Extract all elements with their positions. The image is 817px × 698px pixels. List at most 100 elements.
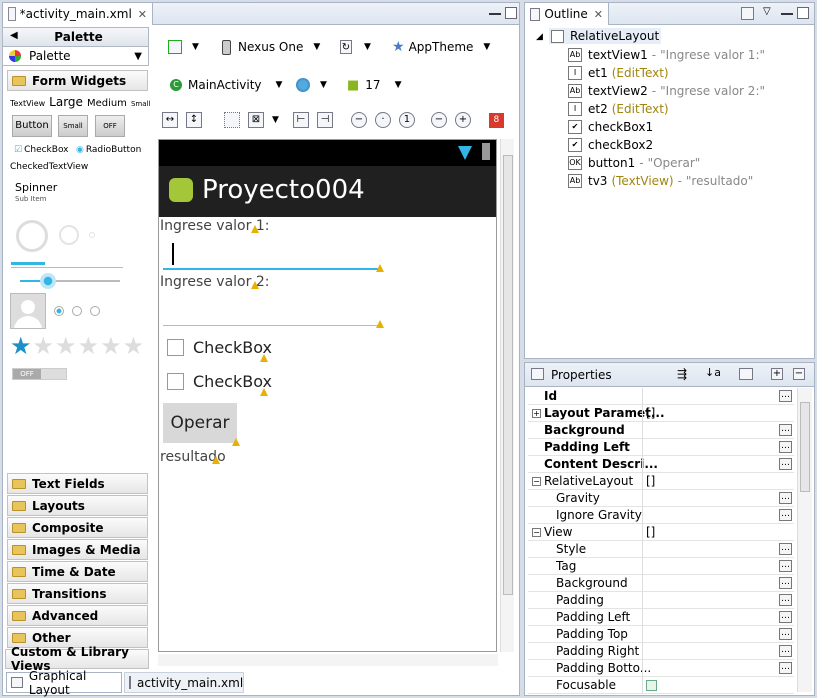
browse-button[interactable]: … <box>779 424 792 436</box>
outline-item-checkbox1[interactable]: ✔ checkBox1 <box>568 118 653 136</box>
sort-alpha-icon[interactable]: ↓a <box>705 366 721 379</box>
palette-category-composite[interactable]: Composite <box>7 517 148 538</box>
property-row[interactable]: Style… <box>528 541 794 558</box>
property-row[interactable]: Background… <box>528 422 794 439</box>
browse-button[interactable]: … <box>779 628 792 640</box>
browse-button[interactable]: … <box>779 577 792 589</box>
align-left-icon[interactable]: ⊢ <box>292 112 309 128</box>
palette-category-custom[interactable]: Custom & Library Views <box>5 645 149 673</box>
property-row[interactable]: Id… <box>528 388 794 405</box>
property-row[interactable]: Background… <box>528 575 794 592</box>
zoom-actual-icon[interactable]: · <box>374 112 391 128</box>
tab-xml-source[interactable]: activity_main.xml <box>124 672 244 693</box>
property-row[interactable]: Ignore Gravity… <box>528 507 794 524</box>
show-advanced-icon[interactable]: ⇶ <box>677 367 687 381</box>
edit-text-et1[interactable] <box>163 238 381 270</box>
widget-small-button[interactable]: Small <box>58 115 88 137</box>
progress-medium-icon[interactable] <box>59 225 79 245</box>
palette-dropdown[interactable]: Palette ▼ <box>2 46 149 66</box>
browse-button[interactable]: … <box>779 458 792 470</box>
collapse-left-icon[interactable]: ◀ <box>10 30 18 41</box>
palette-category-layouts[interactable]: Layouts <box>7 495 148 516</box>
outline-item-et2[interactable]: Iet2 (EditText) <box>568 100 669 118</box>
widget-button[interactable]: Button <box>12 115 52 137</box>
expand-icon[interactable]: + <box>532 409 541 418</box>
widget-radio[interactable]: ◉ RadioButton <box>76 145 141 155</box>
api-level-dropdown[interactable]: ■ 17 ▼ <box>347 73 402 97</box>
property-row[interactable]: Padding Botto...… <box>528 660 794 677</box>
widget-spinner[interactable]: Spinner <box>15 181 57 194</box>
property-row[interactable]: Tag… <box>528 558 794 575</box>
palette-category-images-media[interactable]: Images & Media <box>7 539 148 560</box>
scrollbar-thumb[interactable] <box>800 402 810 492</box>
widget-medium-text[interactable]: Medium <box>87 98 127 109</box>
widget-toggle-button[interactable]: OFF <box>95 115 125 137</box>
property-row[interactable]: Padding Left… <box>528 609 794 626</box>
seekbar-thumb[interactable] <box>40 273 56 289</box>
browse-button[interactable]: … <box>779 492 792 504</box>
horizontal-scrollbar[interactable] <box>158 654 498 666</box>
gravity-icon[interactable]: ⊠ <box>248 112 264 128</box>
orientation-dropdown[interactable]: ↻ ▼ <box>340 35 371 59</box>
zoom-fit-icon[interactable]: − <box>350 112 367 128</box>
browse-button[interactable]: … <box>779 509 792 521</box>
zoom-100-icon[interactable]: 1 <box>398 112 415 128</box>
outline-item-tv3[interactable]: Ab tv3 (TextView) - "resultado" <box>568 172 753 190</box>
browse-button[interactable]: … <box>779 594 792 606</box>
locale-dropdown[interactable]: ▼ <box>296 73 327 97</box>
outline-tab[interactable]: Outline ✕ <box>525 3 609 25</box>
radio-off-icon[interactable] <box>90 306 100 316</box>
quick-contact-avatar[interactable] <box>10 293 46 329</box>
progress-large-icon[interactable] <box>16 220 48 252</box>
error-count-badge[interactable]: 8 <box>488 112 504 128</box>
outline-item-button1[interactable]: OK button1- "Operar" <box>568 154 700 172</box>
property-row[interactable]: + Layout Paramet...[] <box>528 405 794 422</box>
vertical-scrollbar[interactable] <box>500 139 514 652</box>
minimize-icon[interactable] <box>489 13 501 15</box>
widget-small-text[interactable]: Small <box>131 100 150 108</box>
property-value[interactable]: [] <box>646 406 655 420</box>
zoom-out-icon[interactable]: − <box>430 112 447 128</box>
checkbox-icon[interactable] <box>646 680 657 691</box>
property-row[interactable]: Padding Top… <box>528 626 794 643</box>
rating-bar[interactable]: ★★★★★★ <box>10 332 145 360</box>
widget-switch[interactable]: OFF <box>12 368 67 380</box>
palette-category-transitions[interactable]: Transitions <box>7 583 148 604</box>
browse-button[interactable]: … <box>779 645 792 657</box>
property-row[interactable]: Gravity… <box>528 490 794 507</box>
property-value[interactable]: [] <box>646 525 655 539</box>
property-row[interactable]: − RelativeLayout [] <box>528 473 794 490</box>
property-row[interactable]: Padding… <box>528 592 794 609</box>
fill-height-icon[interactable]: ↕ <box>186 112 202 128</box>
outline-item-et1[interactable]: Iet1 (EditText) <box>568 64 669 82</box>
scrollbar-thumb[interactable] <box>503 155 513 595</box>
browse-button[interactable]: … <box>779 543 792 555</box>
progress-small-icon[interactable] <box>89 232 95 238</box>
align-right-icon[interactable]: ⊣ <box>316 112 333 128</box>
collapse-all-icon[interactable] <box>741 7 754 20</box>
browse-button[interactable]: … <box>779 662 792 674</box>
device-dropdown[interactable]: Nexus One ▼ <box>222 35 320 59</box>
editor-tab[interactable]: *activity_main.xml ✕ <box>3 3 153 25</box>
view-menu-icon[interactable]: ▽ <box>763 6 771 17</box>
outline-item-textview2[interactable]: Ab textView2- "Ingrese valor 2:" <box>568 82 765 100</box>
property-row[interactable]: Padding Left… <box>528 439 794 456</box>
close-icon[interactable]: ✕ <box>594 8 603 21</box>
operar-button[interactable]: Operar <box>163 403 237 443</box>
close-icon[interactable]: ✕ <box>138 8 147 21</box>
browse-button[interactable]: … <box>779 611 792 623</box>
palette-category-text-fields[interactable]: Text Fields <box>7 473 148 494</box>
property-value[interactable]: [] <box>646 474 655 488</box>
progress-bar[interactable] <box>11 262 45 265</box>
widget-large-text[interactable]: Large <box>49 95 83 109</box>
tab-graphical-layout[interactable]: Graphical Layout <box>6 669 122 697</box>
properties-scrollbar[interactable] <box>797 388 812 692</box>
widget-checkbox[interactable]: ☑ CheckBox <box>14 145 69 155</box>
outline-root[interactable]: RelativeLayout <box>549 28 662 44</box>
minimize-icon[interactable] <box>781 13 793 15</box>
zoom-in-icon[interactable]: + <box>454 112 471 128</box>
palette-category-form-widgets[interactable]: Form Widgets <box>7 70 148 91</box>
browse-button[interactable]: … <box>779 441 792 453</box>
palette-category-advanced[interactable]: Advanced <box>7 605 148 626</box>
tree-expand-icon[interactable]: ◢ <box>536 32 543 42</box>
